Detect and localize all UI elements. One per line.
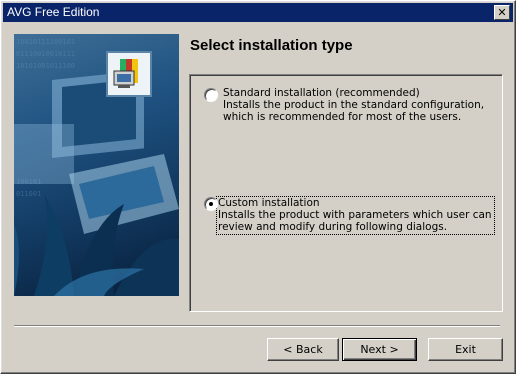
- svg-text:10101001011100: 10101001011100: [16, 62, 75, 70]
- option-custom-installation[interactable]: Custom installation Installs the product…: [204, 196, 495, 235]
- next-button[interactable]: Next >: [342, 338, 417, 361]
- page-title: Select installation type: [190, 37, 353, 54]
- option-title: Custom installation: [218, 197, 320, 209]
- separator: [14, 325, 500, 327]
- svg-text:01110010010111: 01110010010111: [16, 50, 75, 58]
- option-standard-installation[interactable]: Standard installation (recommended) Inst…: [204, 87, 484, 123]
- window-title: AVG Free Edition: [7, 5, 100, 19]
- close-button[interactable]: ✕: [494, 5, 510, 20]
- svg-text:011001: 011001: [16, 190, 41, 198]
- radio-custom[interactable]: [204, 197, 218, 211]
- option-desc-line2: review and modify during following dialo…: [218, 221, 448, 233]
- option-title: Standard installation (recommended): [223, 87, 420, 99]
- svg-text:10010111100101: 10010111100101: [16, 38, 75, 46]
- close-icon: ✕: [497, 6, 507, 19]
- installation-type-group: Standard installation (recommended) Inst…: [189, 74, 503, 312]
- radio-standard[interactable]: [204, 88, 218, 102]
- installer-window: AVG Free Edition ✕ 10010111100101 011100…: [0, 0, 516, 374]
- title-bar[interactable]: AVG Free Edition ✕: [3, 3, 513, 22]
- setup-artwork: 10010111100101 01110010010111 1010100101…: [14, 34, 179, 296]
- back-button[interactable]: < Back: [267, 338, 339, 361]
- avg-installer-icon: [106, 51, 152, 97]
- artwork-graphic: 10010111100101 01110010010111 1010100101…: [14, 38, 179, 296]
- option-desc-line1: Installs the product with parameters whi…: [218, 209, 492, 221]
- option-desc-line1: Installs the product in the standard con…: [223, 99, 485, 111]
- exit-button[interactable]: Exit: [428, 338, 503, 361]
- option-desc-line2: which is recommended for most of the use…: [223, 111, 462, 123]
